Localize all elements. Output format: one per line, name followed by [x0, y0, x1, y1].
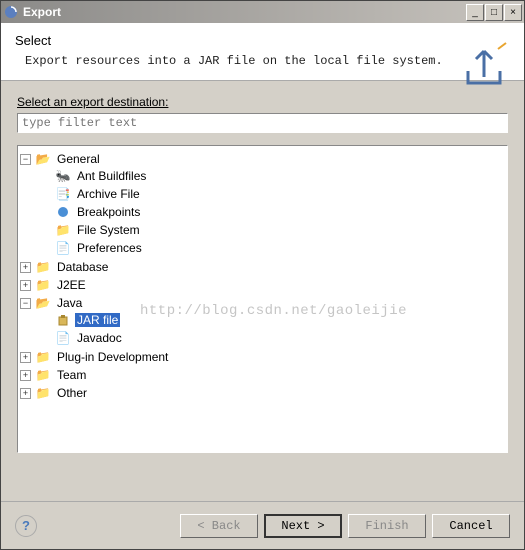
expand-icon[interactable]: +: [20, 280, 31, 291]
wizard-header: Select Export resources into a JAR file …: [1, 23, 524, 81]
wizard-body: Select an export destination: − 📂 Genera…: [1, 81, 524, 501]
tree-item-team[interactable]: +📁Team: [20, 367, 505, 383]
export-dialog: Export _ □ × Select Export resources int…: [0, 0, 525, 550]
folder-icon: 📁: [35, 277, 51, 293]
jar-icon: [55, 312, 71, 328]
collapse-icon[interactable]: −: [20, 298, 31, 309]
tree-item-jar[interactable]: JAR file: [40, 312, 505, 328]
collapse-icon[interactable]: −: [20, 154, 31, 165]
minimize-button[interactable]: _: [466, 4, 484, 21]
archive-icon: 📑: [55, 186, 71, 202]
folder-icon: 📁: [55, 222, 71, 238]
cancel-button[interactable]: Cancel: [432, 514, 510, 538]
tree-item-preferences[interactable]: 📄Preferences: [40, 240, 505, 256]
tree-item-j2ee[interactable]: +📁J2EE: [20, 277, 505, 293]
breakpoint-icon: [55, 204, 71, 220]
wizard-title: Select: [15, 33, 510, 48]
maximize-button[interactable]: □: [485, 4, 503, 21]
wizard-footer: ? < Back Next > Finish Cancel: [1, 501, 524, 549]
folder-icon: 📁: [35, 385, 51, 401]
window-title: Export: [23, 5, 466, 19]
tree-item-database[interactable]: +📁Database: [20, 259, 505, 275]
tree-item-archive[interactable]: 📑Archive File: [40, 186, 505, 202]
next-button[interactable]: Next >: [264, 514, 342, 538]
expand-icon[interactable]: +: [20, 370, 31, 381]
close-button[interactable]: ×: [504, 4, 522, 21]
destination-tree[interactable]: − 📂 General 🐜Ant Buildfiles 📑Archive Fil…: [17, 145, 508, 453]
destination-label: Select an export destination:: [17, 95, 508, 109]
button-bar: < Back Next > Finish Cancel: [180, 514, 510, 538]
tree-item-javadoc[interactable]: 📄Javadoc: [40, 330, 505, 346]
finish-button[interactable]: Finish: [348, 514, 426, 538]
tree-item-filesystem[interactable]: 📁File System: [40, 222, 505, 238]
preferences-icon: 📄: [55, 240, 71, 256]
ant-icon: 🐜: [55, 168, 71, 184]
javadoc-icon: 📄: [55, 330, 71, 346]
expand-icon[interactable]: +: [20, 352, 31, 363]
titlebar: Export _ □ ×: [1, 1, 524, 23]
tree-label: General: [55, 152, 102, 166]
folder-icon: 📁: [35, 349, 51, 365]
folder-open-icon: 📂: [35, 295, 51, 311]
app-icon: [3, 4, 19, 20]
tree-item-breakpoints[interactable]: Breakpoints: [40, 204, 505, 220]
tree-item-other[interactable]: +📁Other: [20, 385, 505, 401]
tree-item-ant[interactable]: 🐜Ant Buildfiles: [40, 168, 505, 184]
help-button[interactable]: ?: [15, 515, 37, 537]
folder-open-icon: 📂: [35, 151, 51, 167]
folder-icon: 📁: [35, 259, 51, 275]
window-controls: _ □ ×: [466, 4, 522, 21]
wizard-description: Export resources into a JAR file on the …: [25, 54, 510, 68]
back-button[interactable]: < Back: [180, 514, 258, 538]
tree-item-general[interactable]: − 📂 General: [20, 151, 505, 167]
export-icon: [460, 41, 508, 94]
folder-icon: 📁: [35, 367, 51, 383]
filter-input[interactable]: [17, 113, 508, 133]
tree-item-plugin[interactable]: +📁Plug-in Development: [20, 349, 505, 365]
tree-item-java[interactable]: −📂Java: [20, 295, 505, 311]
expand-icon[interactable]: +: [20, 262, 31, 273]
expand-icon[interactable]: +: [20, 388, 31, 399]
